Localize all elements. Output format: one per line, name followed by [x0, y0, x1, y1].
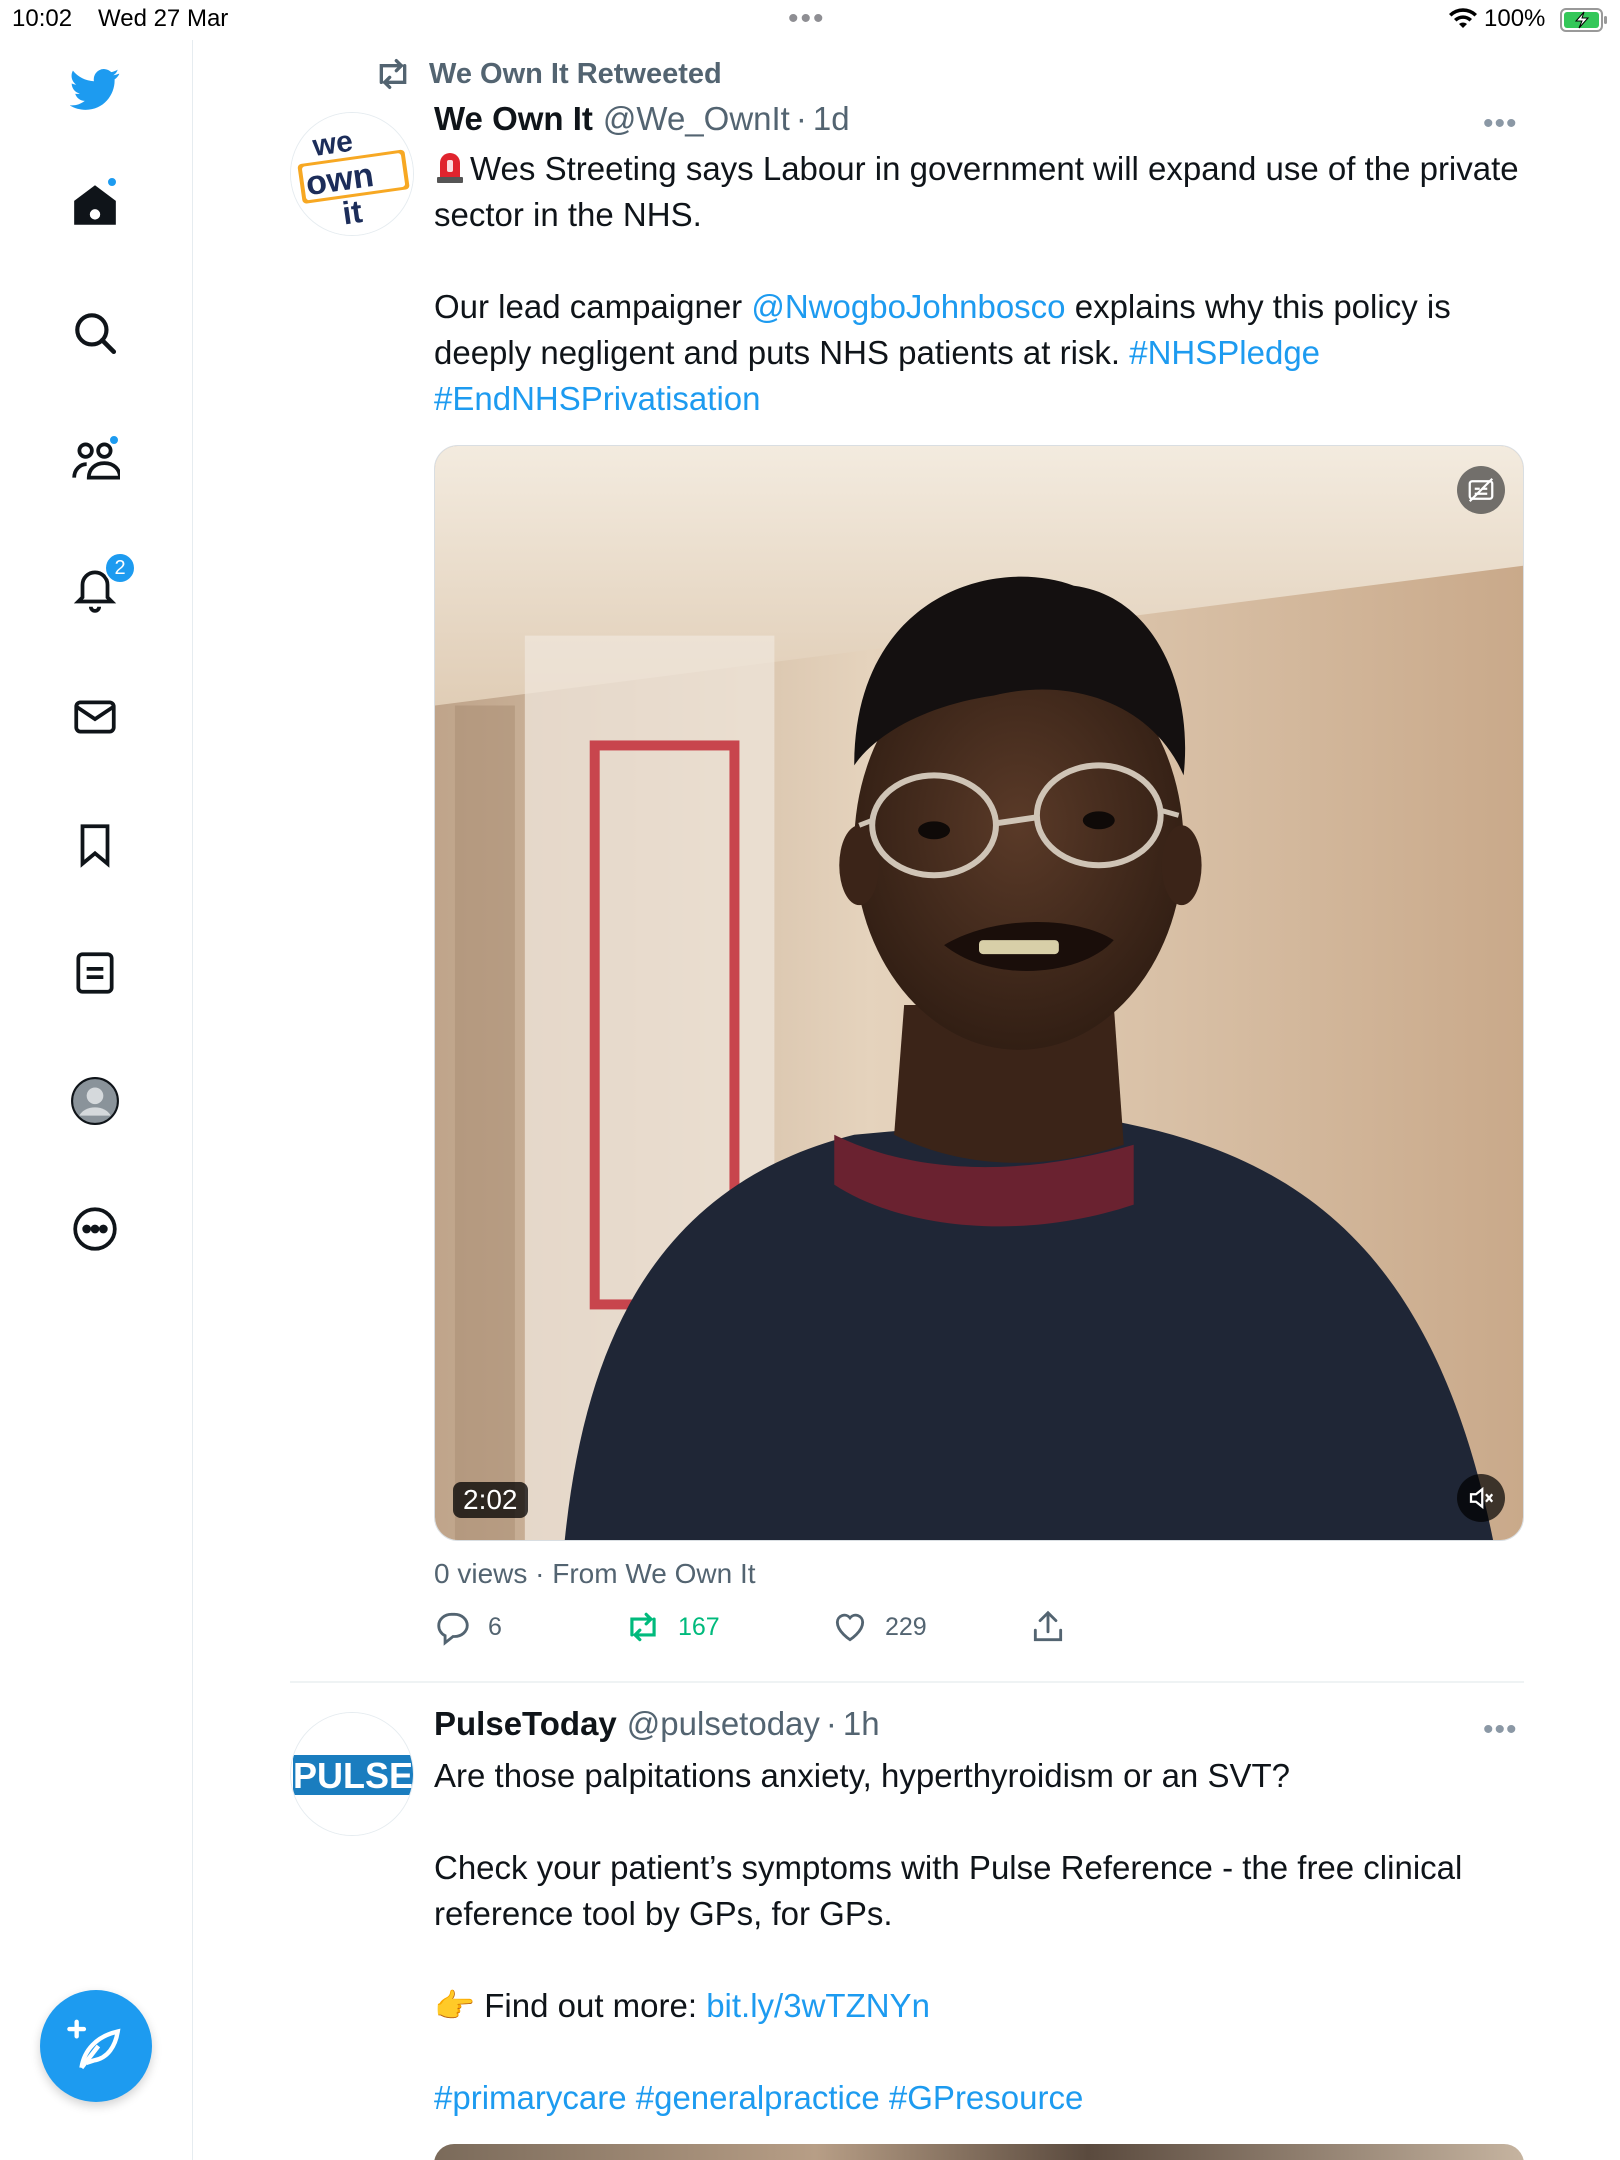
pulse-reference-link[interactable]: bit.ly/3wTZNYn — [706, 1987, 930, 2024]
status-date: Wed 27 Mar — [98, 5, 229, 32]
bookmark-icon[interactable] — [66, 816, 124, 874]
author-name[interactable]: PulseToday — [434, 1705, 617, 1743]
hashtag-primarycare[interactable]: #primarycare — [434, 2079, 627, 2116]
tweet-time[interactable]: 1d — [813, 100, 850, 138]
hashtag-gpresource[interactable]: #GPresource — [889, 2079, 1083, 2116]
unmute-button[interactable] — [1457, 1474, 1505, 1522]
sidebar-nav: 2 — [0, 40, 193, 2160]
reply-count: 6 — [488, 1612, 502, 1641]
battery-percent: 100% — [1484, 5, 1546, 32]
list-icon[interactable] — [66, 944, 124, 1002]
status-time: 10:02 — [12, 5, 73, 32]
multitasking-dots-icon[interactable]: ••• — [788, 2, 826, 36]
pulse-logo: PULSE — [291, 1713, 413, 1835]
like-count: 229 — [885, 1612, 927, 1641]
video-frame-person — [435, 446, 1523, 1540]
reply-button[interactable]: 6 — [434, 1608, 502, 1646]
battery-charging-icon — [1560, 8, 1607, 32]
tweet-image-partial[interactable] — [434, 2144, 1524, 2160]
tweet-video[interactable]: 2:02 — [434, 445, 1524, 1541]
tweet-avatar-we-own-it[interactable]: we own it — [290, 112, 414, 236]
search-icon[interactable] — [66, 304, 124, 362]
communities-new-dot — [108, 434, 120, 446]
author-handle[interactable]: @We_OwnIt — [603, 100, 790, 138]
share-button[interactable] — [1029, 1608, 1067, 1646]
reply-icon — [437, 1612, 469, 1646]
tweet-text-line2: Check your patient’s symptoms with Pulse… — [434, 1849, 1463, 1932]
muted-speaker-icon — [1469, 1486, 1494, 1510]
pointing-hand-emoji: 👉 — [434, 1987, 476, 2024]
timeline: We Own It Retweeted we own it We Own It … — [193, 40, 1620, 2160]
retweet-count: 167 — [678, 1612, 720, 1641]
tweet-text: Wes Streeting says Labour in government … — [434, 150, 1519, 417]
compose-tweet-button[interactable] — [40, 1990, 152, 2102]
retweeted-by-label: We Own It Retweeted — [429, 57, 722, 90]
hashtag-nhspledge[interactable]: #NHSPledge — [1129, 334, 1320, 371]
envelope-icon[interactable] — [66, 688, 124, 746]
heart-icon — [835, 1613, 865, 1642]
tweet-text-line1: Wes Streeting says Labour in government … — [434, 150, 1519, 233]
captions-off-button[interactable] — [1457, 466, 1505, 514]
retweet-icon — [630, 1612, 656, 1642]
retweet-button[interactable]: 167 — [624, 1608, 720, 1646]
svg-text:PULSE: PULSE — [293, 1755, 413, 1796]
tweet-text-line1: Are those palpitations anxiety, hyperthy… — [434, 1757, 1290, 1794]
home-icon[interactable] — [66, 176, 124, 234]
tweet-more-ellipsis-icon[interactable]: ••• — [1483, 109, 1523, 139]
more-ellipsis-icon[interactable] — [66, 1200, 124, 1258]
home-new-dot — [106, 176, 118, 188]
hashtag-generalpractice[interactable]: #generalpractice — [636, 2079, 880, 2116]
we-own-it-logo: we own it — [291, 113, 413, 235]
video-views-line: 0 views · From We Own It — [434, 1558, 756, 1589]
tweet-header: We Own It @We_OwnIt · 1d — [434, 100, 850, 138]
tweet-text: Are those palpitations anxiety, hyperthy… — [434, 1753, 1544, 2121]
share-icon — [1033, 1610, 1063, 1642]
tweet-actions: 6 167 229 — [434, 1608, 1524, 1648]
retweet-icon — [379, 59, 407, 90]
status-bar: 10:02 Wed 27 Mar ••• 100% — [0, 0, 1620, 40]
wifi-icon — [1449, 8, 1477, 28]
communities-icon[interactable] — [66, 432, 124, 490]
notifications-badge: 2 — [104, 552, 136, 584]
video-duration: 2:02 — [453, 1482, 528, 1518]
twitter-logo-icon[interactable] — [66, 60, 124, 118]
captions-off-icon — [1468, 477, 1494, 503]
tweet-more-ellipsis-icon[interactable]: ••• — [1483, 1715, 1523, 1745]
siren-emoji-icon — [437, 153, 463, 183]
author-handle[interactable]: @pulsetoday — [627, 1705, 820, 1743]
retweet-context: We Own It Retweeted — [373, 54, 722, 94]
profile-avatar-icon[interactable] — [66, 1072, 124, 1130]
tweet-divider — [290, 1681, 1524, 1683]
tweet-time[interactable]: 1h — [843, 1705, 880, 1743]
hashtag-endnhsprivatisation[interactable]: #EndNHSPrivatisation — [434, 380, 761, 417]
feather-plus-icon — [67, 2019, 121, 2070]
tweet-header: PulseToday @pulsetoday · 1h — [434, 1705, 880, 1743]
author-name[interactable]: We Own It — [434, 100, 593, 138]
mention-link[interactable]: @NwogboJohnbosco — [751, 288, 1065, 325]
bell-icon[interactable]: 2 — [66, 552, 136, 618]
tweet-avatar-pulsetoday[interactable]: PULSE — [290, 1712, 414, 1836]
like-button[interactable]: 229 — [831, 1608, 927, 1646]
